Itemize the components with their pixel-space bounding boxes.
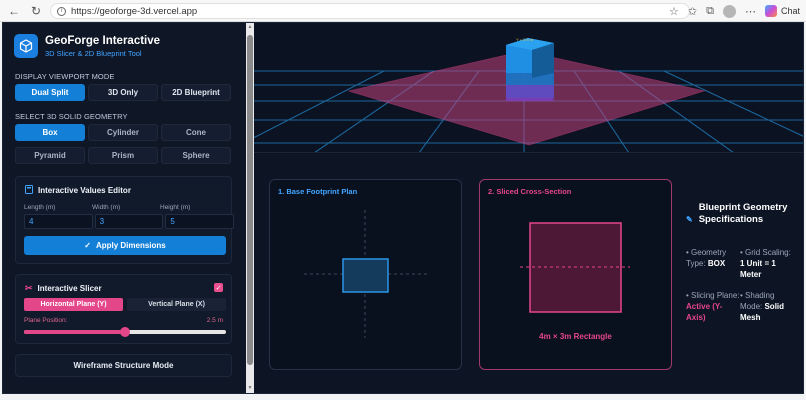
values-editor-card: Interactive Values Editor Length (m) Wid… (15, 176, 235, 264)
slicer-title: Interactive Slicer (37, 284, 102, 293)
copilot-icon (764, 5, 777, 17)
reload-icon[interactable]: ↻ (28, 3, 44, 19)
height-label: Height (m) (160, 204, 191, 211)
values-editor-title: Interactive Values Editor (38, 186, 131, 195)
mode-3d-only-button[interactable]: 3D Only (88, 84, 158, 101)
cross-section-caption: 4m × 3m Rectangle (539, 332, 612, 341)
slicer-card: ✂ Interactive Slicer ✓ Horizontal Plane … (15, 274, 232, 344)
apply-dimensions-label: Apply Dimensions (95, 241, 166, 250)
length-input[interactable]: 4 (24, 214, 93, 229)
viewport-3d[interactable]: Y = 2.5 m (254, 23, 803, 153)
length-label: Length (m) (24, 204, 56, 211)
browser-toolbar: ← ↻ i https://geoforge-3d.vercel.app ☆ ✩… (0, 0, 806, 22)
chat-label: Chat (780, 6, 800, 16)
geometry-cylinder-button[interactable]: Cylinder (88, 124, 158, 141)
spec-geometry-type: • Geometry Type: BOX (686, 248, 727, 268)
url-text: https://geoforge-3d.vercel.app (71, 5, 198, 17)
geometry-row-2: Pyramid Prism Sphere (15, 147, 231, 164)
app-title: GeoForge Interactive (45, 34, 161, 47)
plane-position-slider[interactable] (24, 327, 226, 337)
geometry-sphere-button[interactable]: Sphere (161, 147, 231, 164)
sidebar-scrollbar[interactable]: ▲ ▼ (246, 23, 254, 393)
slicer-enable-checkbox[interactable]: ✓ (214, 283, 223, 292)
calculator-icon (25, 185, 33, 196)
cube-logo-icon (14, 34, 38, 58)
plane-position-value: 2.5 m (206, 317, 223, 324)
footprint-panel: 1. Base Footprint Plan (269, 179, 462, 370)
scrollbar-thumb[interactable] (247, 35, 253, 365)
spec-grid-scaling: • Grid Scaling: 1 Unit = 1 Meter (740, 248, 791, 279)
geometry-label: SELECT 3D SOLID GEOMETRY (15, 112, 128, 121)
chat-button[interactable]: Chat (764, 5, 800, 17)
geometry-pyramid-button[interactable]: Pyramid (15, 147, 85, 164)
blueprint-specs: ✎ Blueprint Geometry Specifications • Ge… (686, 202, 796, 322)
mode-2d-blueprint-button[interactable]: 2D Blueprint (161, 84, 231, 101)
viewport-mode-group: Dual Split 3D Only 2D Blueprint (15, 84, 231, 101)
geometry-box-button[interactable]: Box (15, 124, 85, 141)
scissors-icon: ✂ (25, 283, 33, 293)
width-input[interactable]: 3 (94, 214, 164, 229)
app-window: GeoForge Interactive 3D Slicer & 2D Blue… (2, 22, 804, 394)
geometry-cone-button[interactable]: Cone (161, 124, 231, 141)
height-input[interactable]: 5 (165, 214, 235, 229)
scroll-up-icon[interactable]: ▲ (247, 24, 253, 30)
width-label: Width (m) (92, 204, 121, 211)
footprint-drawing (304, 210, 428, 338)
values-editor-header: Interactive Values Editor (25, 185, 131, 196)
slicer-header: ✂ Interactive Slicer (25, 283, 102, 294)
cross-section-panel: 2. Sliced Cross-Section 4m × 3m Rectangl… (479, 179, 672, 370)
geometry-row-1: Box Cylinder Cone (15, 124, 231, 141)
check-icon: ✓ (84, 241, 91, 250)
more-icon[interactable]: ⋯ (745, 5, 756, 18)
horizontal-plane-button[interactable]: Horizontal Plane (Y) (24, 298, 123, 311)
3d-scene (254, 38, 803, 152)
plane-position-label: Plane Position: (24, 317, 68, 324)
back-icon[interactable]: ← (6, 3, 22, 19)
apply-dimensions-button[interactable]: ✓ Apply Dimensions (24, 236, 226, 255)
address-bar[interactable]: i https://geoforge-3d.vercel.app (50, 3, 690, 19)
wireframe-mode-button[interactable]: Wireframe Structure Mode (15, 354, 232, 377)
specs-title: Blueprint Geometry Specifications (698, 202, 788, 225)
collections-icon[interactable]: ⧉ (706, 5, 714, 18)
profile-avatar[interactable] (722, 4, 736, 18)
blueprint-area: 1. Base Footprint Plan 2. Sliced Cross-S… (254, 154, 803, 393)
pencil-icon: ✎ (686, 215, 693, 224)
slider-fill (24, 330, 125, 334)
info-icon[interactable]: i (57, 6, 66, 16)
brand: GeoForge Interactive 3D Slicer & 2D Blue… (14, 34, 160, 58)
slice-height-tag: Y = 2.5 m (516, 37, 534, 42)
geometry-prism-button[interactable]: Prism (88, 147, 158, 164)
control-sidebar: GeoForge Interactive 3D Slicer & 2D Blue… (3, 23, 246, 393)
app-subtitle: 3D Slicer & 2D Blueprint Tool (45, 48, 142, 58)
viewport-mode-label: DISPLAY VIEWPORT MODE (15, 72, 115, 81)
scroll-down-icon[interactable]: ▼ (247, 385, 253, 391)
main-workspace: Y = 2.5 m 1. Base Footprint Plan 2. Slic… (254, 23, 803, 393)
slider-thumb[interactable] (120, 327, 130, 337)
spec-slicing-plane: • Slicing Plane: Active (Y-Axis) (686, 291, 740, 322)
favorites-icon[interactable]: ✩ (688, 5, 697, 18)
mode-dual-split-button[interactable]: Dual Split (15, 84, 85, 101)
star-icon[interactable]: ☆ (669, 5, 679, 18)
spec-shading-mode: • Shading Mode: Solid Mesh (740, 291, 785, 322)
vertical-plane-button[interactable]: Vertical Plane (X) (127, 298, 226, 311)
